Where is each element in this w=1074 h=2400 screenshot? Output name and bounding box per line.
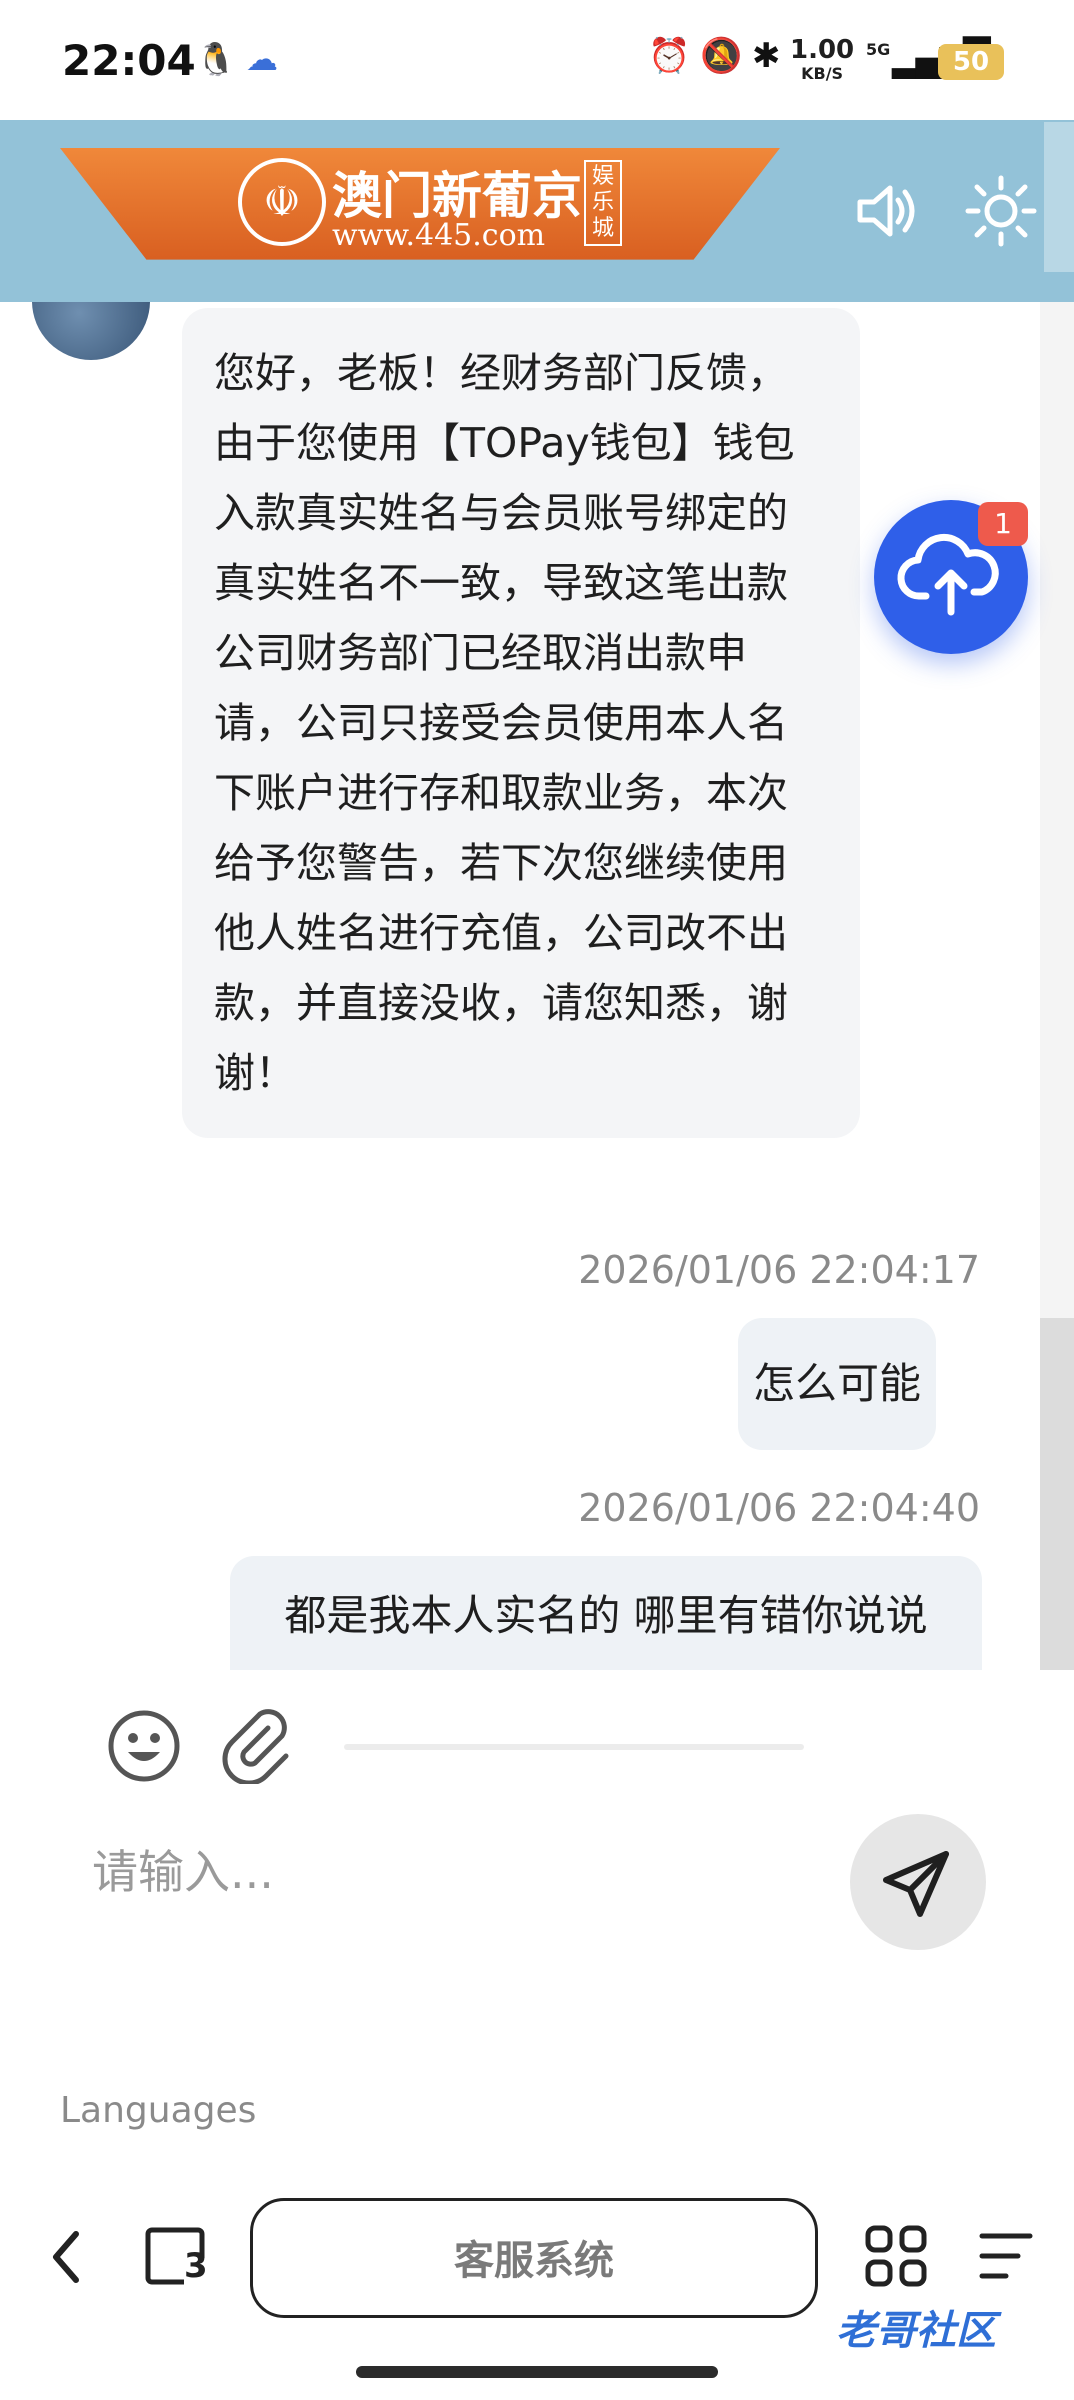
agent-avatar (32, 302, 150, 360)
status-bar: 22:04 🐧 ☁ ⏰ 🔕 ✱ 1.00 KB/S 5G ▂▄▆█ 50 (0, 0, 1074, 120)
message-text: 您好，老板！经财务部门反馈，由于您使用【TOPay钱包】钱包入款真实姓名与会员账… (214, 349, 795, 1097)
net-speed: 1.00 KB/S (790, 35, 855, 86)
qq-icon: 🐧 (196, 40, 236, 78)
message-timestamp: 2026/01/06 22:04:40 (578, 1486, 980, 1530)
network-type: 5G (866, 40, 891, 59)
incoming-message: 您好，老板！经财务部门反馈，由于您使用【TOPay钱包】钱包入款真实姓名与会员账… (182, 308, 860, 1138)
attachment-icon[interactable] (216, 1704, 296, 1801)
languages-link[interactable]: Languages (60, 2090, 256, 2131)
net-speed-unit: KB/S (801, 64, 844, 83)
battery-indicator: 50 (938, 44, 1004, 80)
banner-subtitle: 娱乐城 (584, 160, 622, 246)
message-text: 都是我本人实名的 哪里有错你说说 (284, 1591, 928, 1640)
notification-badge: 1 (978, 502, 1028, 546)
message-text: 怎么可能 (752, 1359, 921, 1408)
status-time: 22:04 (62, 36, 196, 85)
tabs-button[interactable]: 3 (144, 2224, 208, 2301)
outgoing-message: 都是我本人实名的 哪里有错你说说 (230, 1556, 982, 1670)
message-timestamp: 2026/01/06 22:04:17 (578, 1248, 980, 1292)
emoji-icon[interactable] (106, 1708, 182, 1801)
banner-logo-icon: ☫ (238, 158, 326, 246)
back-icon[interactable] (46, 2222, 86, 2305)
cloud-icon: ☁ (246, 40, 278, 78)
message-input[interactable]: 请输入... (92, 1836, 274, 1902)
banner-url: www.445.com (332, 218, 546, 253)
watermark-text: 老哥社区 (836, 2308, 996, 2354)
speaker-icon[interactable] (852, 176, 922, 259)
header-scroll-handle[interactable] (1044, 122, 1074, 272)
menu-icon[interactable] (976, 2228, 1036, 2297)
mute-bell-icon: 🔕 (700, 36, 743, 76)
apps-grid-icon[interactable] (864, 2224, 928, 2301)
alarm-icon: ⏰ (648, 36, 691, 76)
bluetooth-icon: ✱ (752, 36, 781, 76)
net-speed-value: 1.00 (790, 35, 855, 65)
send-button[interactable] (850, 1814, 986, 1950)
chat-scrollbar-thumb[interactable] (1040, 1318, 1074, 1670)
tab-count: 3 (184, 2246, 208, 2286)
brightness-icon[interactable] (964, 174, 1038, 261)
home-indicator[interactable] (356, 2366, 718, 2378)
page-title-bar[interactable]: 客服系统 (250, 2198, 818, 2318)
outgoing-message: 怎么可能 (738, 1318, 936, 1450)
input-divider (344, 1744, 804, 1750)
